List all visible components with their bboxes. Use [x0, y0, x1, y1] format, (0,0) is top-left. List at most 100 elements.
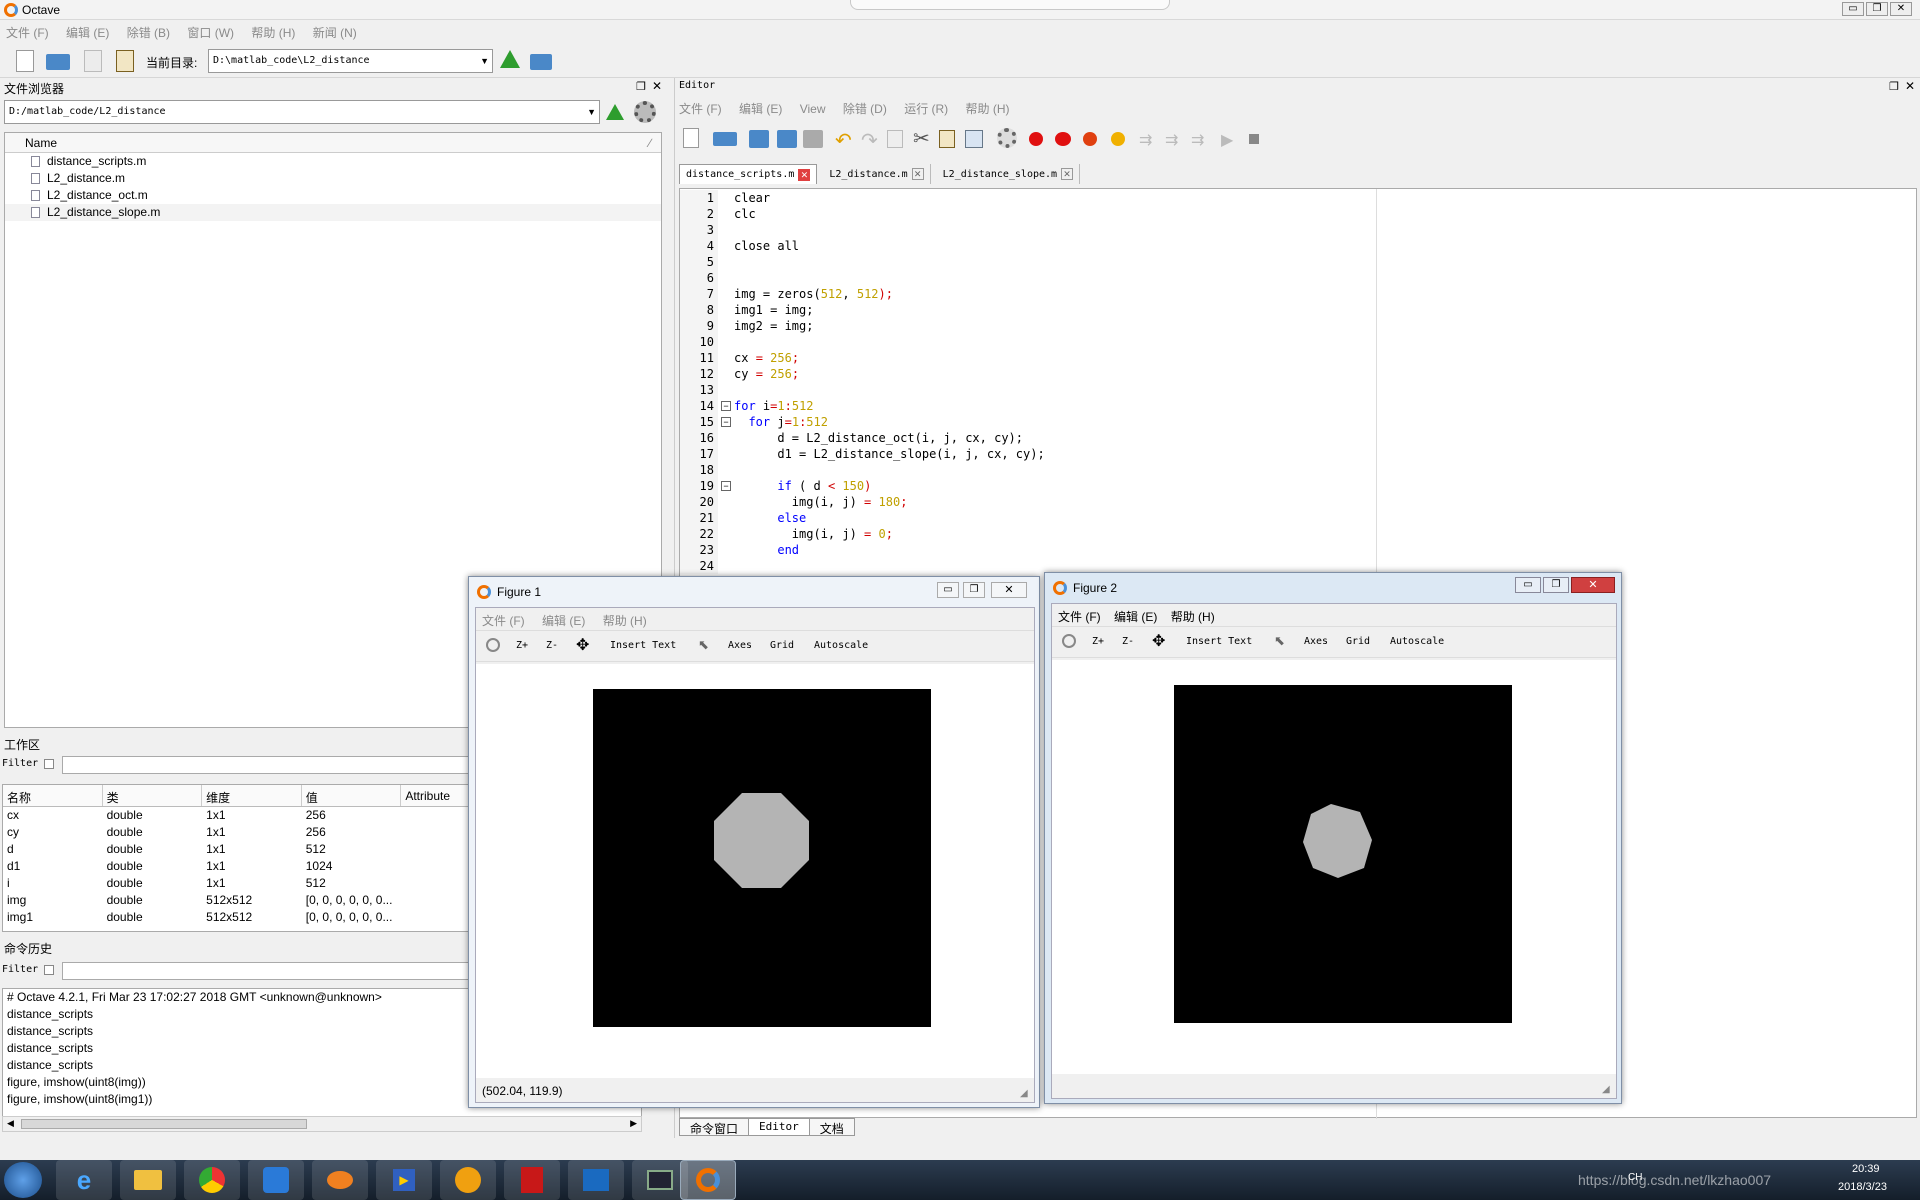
title-drag-handle[interactable] — [850, 0, 1170, 10]
open-folder-icon[interactable] — [713, 132, 737, 146]
yandex-icon[interactable] — [440, 1160, 496, 1200]
zoom-out-button[interactable]: Z- — [1122, 636, 1134, 647]
close-tab-icon[interactable]: ✕ — [1061, 168, 1074, 180]
next-breakpoint-icon[interactable] — [1055, 132, 1071, 146]
editor-menu-view[interactable]: View — [800, 102, 826, 116]
explorer-folder-icon[interactable] — [120, 1160, 176, 1200]
column-header[interactable]: 值 — [302, 785, 402, 806]
minimize-button[interactable]: ▭ — [937, 582, 959, 598]
pdf-reader-icon[interactable] — [504, 1160, 560, 1200]
undock-icon[interactable]: ❐ — [1889, 80, 1899, 93]
app-icon[interactable] — [248, 1160, 304, 1200]
clear-breakpoints-icon[interactable] — [1111, 132, 1125, 146]
up-dir-arrow-icon[interactable] — [606, 104, 624, 120]
select-cursor-icon[interactable]: ⬉ — [698, 637, 709, 653]
table-row[interactable]: i double 1x1 512 — [3, 875, 469, 892]
resize-grip-icon[interactable]: ◢ — [1020, 1088, 1028, 1099]
step-out-icon[interactable]: ⇉ — [1191, 130, 1204, 150]
language-indicator[interactable]: CH — [1628, 1172, 1642, 1183]
list-item[interactable]: L2_distance.m — [5, 170, 661, 187]
menu-help[interactable]: 帮助 (H) — [603, 614, 647, 628]
chrome-icon[interactable] — [184, 1160, 240, 1200]
resize-grip-icon[interactable]: ◢ — [1602, 1084, 1610, 1095]
close-icon[interactable]: ✕ — [1905, 79, 1915, 93]
undock-icon[interactable]: ❐ — [636, 80, 646, 93]
tab-editor[interactable]: Editor — [749, 1118, 810, 1136]
close-button[interactable]: ✕ — [1890, 2, 1912, 16]
filter-input[interactable] — [62, 756, 470, 774]
menu-file[interactable]: 文件 (F) — [1058, 610, 1101, 624]
rotate-icon[interactable] — [1062, 634, 1076, 648]
figure2-canvas[interactable] — [1052, 660, 1616, 1074]
table-row[interactable]: d double 1x1 512 — [3, 841, 469, 858]
list-item[interactable]: distance_scripts.m — [5, 153, 661, 170]
close-tab-icon[interactable]: ✕ — [798, 168, 811, 181]
column-header[interactable]: 维度 — [202, 785, 302, 806]
file-browser-path-combobox[interactable]: D:/matlab_code/L2_distance ▼ — [4, 100, 600, 124]
editor-menu-file[interactable]: 文件 (F) — [679, 102, 722, 116]
table-row[interactable]: d1 double 1x1 1024 — [3, 858, 469, 875]
tab-documentation[interactable]: 文档 — [809, 1118, 855, 1136]
run-icon[interactable]: ▶ — [1221, 130, 1233, 150]
zoom-in-button[interactable]: Z+ — [516, 640, 528, 651]
pan-icon[interactable]: ✥ — [576, 635, 589, 655]
paste-icon[interactable] — [116, 50, 134, 72]
pan-icon[interactable]: ✥ — [1152, 631, 1165, 651]
list-item[interactable]: L2_distance_slope.m — [5, 204, 661, 221]
axes-button[interactable]: Axes — [728, 640, 752, 651]
open-folder-icon[interactable] — [46, 54, 70, 70]
table-row[interactable]: cx double 1x1 256 — [3, 807, 469, 824]
maximize-button[interactable]: ❐ — [963, 582, 985, 598]
start-button-icon[interactable] — [4, 1162, 42, 1198]
figure1-canvas[interactable] — [476, 664, 1034, 1078]
grid-button[interactable]: Grid — [1346, 636, 1370, 647]
new-file-icon[interactable] — [16, 50, 34, 72]
print-icon[interactable] — [803, 130, 823, 148]
list-item[interactable]: L2_distance_oct.m — [5, 187, 661, 204]
up-dir-arrow-icon[interactable] — [500, 50, 520, 68]
tab-command-window[interactable]: 命令窗口 — [679, 1118, 750, 1136]
browse-folder-icon[interactable] — [530, 54, 552, 70]
octave-task-icon[interactable] — [680, 1160, 736, 1200]
zoom-in-button[interactable]: Z+ — [1092, 636, 1104, 647]
editor-menu-debug[interactable]: 除错 (D) — [843, 102, 887, 116]
tab-l2-distance-slope[interactable]: L2_distance_slope.m ✕ — [937, 164, 1081, 184]
copy-icon[interactable] — [84, 50, 102, 72]
redo-icon[interactable]: ↷ — [861, 128, 878, 153]
autoscale-button[interactable]: Autoscale — [1390, 636, 1444, 647]
cut-icon[interactable]: ✂ — [913, 126, 930, 151]
eye-app-icon[interactable] — [312, 1160, 368, 1200]
table-row[interactable]: img1 double 512x512 [0, 0, 0, 0, 0, 0... — [3, 909, 469, 926]
current-dir-combobox[interactable]: D:\matlab_code\L2_distance ▼ — [208, 49, 493, 73]
menu-debug[interactable]: 除错 (B) — [127, 26, 170, 40]
menu-edit[interactable]: 编辑 (E) — [66, 26, 109, 40]
fold-toggle-icon[interactable]: − — [721, 401, 731, 411]
rotate-icon[interactable] — [486, 638, 500, 652]
media-player-icon[interactable]: ▶ — [376, 1160, 432, 1200]
gear-icon[interactable] — [634, 101, 656, 123]
tab-distance-scripts[interactable]: distance_scripts.m ✕ — [679, 164, 818, 184]
close-tab-icon[interactable]: ✕ — [911, 168, 924, 180]
insert-text-button[interactable]: Insert Text — [1186, 636, 1252, 647]
scrollbar-thumb[interactable] — [21, 1119, 307, 1129]
column-header[interactable]: Attribute — [401, 785, 469, 806]
axes-button[interactable]: Axes — [1304, 636, 1328, 647]
scroll-right-icon[interactable]: ▶ — [630, 1118, 637, 1129]
outlook-icon[interactable] — [568, 1160, 624, 1200]
prev-breakpoint-icon[interactable] — [1083, 132, 1097, 146]
table-row[interactable]: img double 512x512 [0, 0, 0, 0, 0, 0... — [3, 892, 469, 909]
settings-icon[interactable] — [997, 128, 1017, 148]
editor-menu-run[interactable]: 运行 (R) — [904, 102, 948, 116]
grid-button[interactable]: Grid — [770, 640, 794, 651]
table-row[interactable]: cy double 1x1 256 — [3, 824, 469, 841]
filter-checkbox[interactable] — [44, 965, 54, 975]
maximize-button[interactable]: ❐ — [1543, 577, 1569, 593]
stop-icon[interactable] — [1249, 134, 1259, 144]
minimize-button[interactable]: ▭ — [1842, 2, 1864, 16]
column-header[interactable]: 名称 — [3, 785, 103, 806]
menu-edit[interactable]: 编辑 (E) — [542, 614, 585, 628]
save-icon[interactable] — [749, 130, 769, 148]
filter-input[interactable] — [62, 962, 470, 980]
editor-menu-edit[interactable]: 编辑 (E) — [739, 102, 782, 116]
close-icon[interactable]: ✕ — [652, 79, 662, 93]
